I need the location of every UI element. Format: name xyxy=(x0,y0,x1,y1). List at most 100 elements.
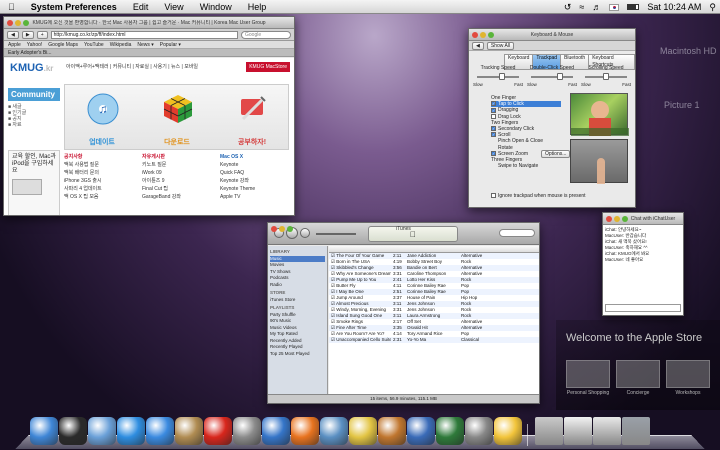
dock-spaces-icon[interactable] xyxy=(407,417,435,445)
zoom-button[interactable] xyxy=(287,226,293,232)
edu-ad[interactable]: 교육 할인, Mac과 iPod을 구입하세요 xyxy=(8,150,60,215)
macstore-badge[interactable]: KMUG MacStore xyxy=(246,62,290,72)
battery-icon[interactable] xyxy=(627,4,640,10)
news-col-title[interactable]: 자유게시판 xyxy=(142,153,216,161)
news-item[interactable]: GarageBand 강좌 xyxy=(142,193,216,201)
bookmark-item[interactable]: Wikipedia xyxy=(110,41,132,48)
minimize-button[interactable] xyxy=(614,215,620,222)
bookmark-item[interactable]: Google Maps xyxy=(48,41,78,48)
ichat-title-bar[interactable]: Chat with iChatUser xyxy=(603,213,683,225)
checkbox[interactable]: ✓ xyxy=(491,132,496,138)
dock-system-preferences-icon[interactable] xyxy=(465,417,493,445)
swipe-row[interactable]: Swipe to Navigate xyxy=(491,163,561,169)
site-logo[interactable]: KMUG.kr xyxy=(10,62,53,74)
menu-clock[interactable]: Sat 10:24 AM xyxy=(647,2,701,12)
menu-edit[interactable]: Edit xyxy=(125,0,157,14)
news-item[interactable]: 맥북 사용법 질문 xyxy=(64,161,138,169)
close-button[interactable] xyxy=(606,215,612,222)
dock-ichat-icon[interactable] xyxy=(146,417,174,445)
dock-documents-stack-icon[interactable] xyxy=(564,417,592,445)
song-list-header[interactable] xyxy=(329,246,539,253)
news-item[interactable]: 맥 OS X 팁 모음 xyxy=(64,193,138,201)
bookmark-item[interactable]: Yahoo! xyxy=(27,41,42,48)
store-tile-personal[interactable] xyxy=(566,360,610,388)
dock-garageband-icon[interactable] xyxy=(378,417,406,445)
dock-itunes-icon[interactable] xyxy=(262,417,290,445)
minimize-button[interactable] xyxy=(279,226,285,232)
tab-active[interactable]: Early Adopter's Bi... xyxy=(8,50,51,56)
spotlight-icon[interactable]: ⚲ xyxy=(709,2,716,13)
dock-finder-icon[interactable] xyxy=(30,417,58,445)
news-col-title[interactable]: Mac OS X xyxy=(220,153,294,161)
store-tile-workshops[interactable] xyxy=(666,360,710,388)
news-item[interactable]: 사파리 4 업데이트 xyxy=(64,185,138,193)
dock-downloads-stack-icon[interactable] xyxy=(593,417,621,445)
news-item[interactable]: 맥북 배터리 문의 xyxy=(64,169,138,177)
news-item[interactable]: iWork 09 xyxy=(142,169,216,177)
slider-thumb[interactable] xyxy=(603,73,609,80)
prefs-back-button[interactable]: ◀ xyxy=(472,41,484,50)
zoom-button[interactable] xyxy=(488,31,494,38)
zoom-button[interactable] xyxy=(622,215,628,222)
menu-app-name[interactable]: System Preferences xyxy=(23,0,125,14)
news-item[interactable]: Apple TV xyxy=(220,193,294,201)
bookmark-item[interactable]: Apple xyxy=(8,41,21,48)
news-item[interactable]: Keynote Theme xyxy=(220,185,294,193)
bookmark-item[interactable]: Popular ▾ xyxy=(160,41,181,48)
input-flag-icon[interactable] xyxy=(609,3,620,11)
promo-downloads[interactable]: 다운로드 xyxy=(140,89,214,149)
search-field[interactable]: Google xyxy=(241,30,291,39)
dock-preview-icon[interactable] xyxy=(233,417,261,445)
dock-applications-stack-icon[interactable] xyxy=(535,417,563,445)
apple-menu-icon[interactable]:  xyxy=(0,0,23,14)
checkbox[interactable]: ✓ xyxy=(491,107,496,113)
dock-firefox-icon[interactable] xyxy=(291,417,319,445)
source-radio[interactable]: Radio xyxy=(270,282,325,289)
minimize-button[interactable] xyxy=(480,31,486,38)
playlist-item[interactable]: Top 25 Most Played xyxy=(270,351,325,358)
source-itunes-store[interactable]: iTunes Store xyxy=(270,297,325,304)
news-item[interactable]: Keynote 강좌 xyxy=(220,177,294,185)
news-item[interactable]: 키노트 질문 xyxy=(142,161,216,169)
back-button[interactable]: ◀ xyxy=(7,30,19,39)
wifi-icon[interactable]: ≈ xyxy=(579,2,584,12)
table-row[interactable]: ☑ Unaccompanied Cello Suite No.12:31 Yo-Y… xyxy=(329,337,539,343)
show-all-button[interactable]: Show All xyxy=(486,41,515,50)
minimize-button[interactable] xyxy=(15,19,21,26)
dock-trash-icon[interactable] xyxy=(622,417,650,445)
forward-button[interactable]: ▶ xyxy=(21,30,34,39)
menu-window[interactable]: Window xyxy=(192,0,240,14)
volume-icon[interactable]: ♬ xyxy=(592,2,601,12)
news-item[interactable]: Keynote xyxy=(220,161,294,169)
scrolling-speed-slider[interactable] xyxy=(585,73,627,80)
checkbox[interactable]: ✓ xyxy=(491,151,496,156)
close-button[interactable] xyxy=(472,31,478,38)
chat-input[interactable] xyxy=(605,304,681,312)
site-nav[interactable]: 아이맥+루어+맥테러 | 커뮤니티 | 자료실 | 사용기 | 뉴스 | 모바일 xyxy=(66,63,246,70)
dock-safari-icon[interactable] xyxy=(117,417,145,445)
bookmark-item[interactable]: News ▾ xyxy=(137,41,153,48)
address-field[interactable]: http://kmug.co.kr/zp/ff/index.html xyxy=(50,30,238,39)
dock-ical-icon[interactable] xyxy=(204,417,232,445)
close-button[interactable] xyxy=(7,19,13,26)
slider-thumb[interactable] xyxy=(557,73,563,80)
tracking-speed-slider[interactable] xyxy=(477,73,519,80)
itunes-title-bar[interactable]: iTunes xyxy=(268,223,539,235)
double-click-slider[interactable] xyxy=(531,73,573,80)
news-item[interactable]: iPhone 3GS 출시 xyxy=(64,177,138,185)
store-tile-concierge[interactable] xyxy=(616,360,660,388)
zoom-button[interactable] xyxy=(23,19,29,26)
add-bookmark-button[interactable]: + xyxy=(36,30,48,39)
dock-mail-icon[interactable] xyxy=(88,417,116,445)
time-machine-icon[interactable]: ↺ xyxy=(564,2,572,13)
dock-address-book-icon[interactable] xyxy=(175,417,203,445)
ignore-trackpad-row[interactable]: Ignore trackpad when mouse is present xyxy=(491,193,586,199)
options-button[interactable]: Options... xyxy=(541,150,571,158)
news-item[interactable]: Final Cut 팁 xyxy=(142,185,216,193)
safari-title-bar[interactable]: KMUG에 오신 것을 환영합니다 · 한국 Mac 사용자 그룹 | 쉽고 즐… xyxy=(4,17,294,29)
close-button[interactable] xyxy=(271,226,277,232)
menu-view[interactable]: View xyxy=(156,0,191,14)
dock-adium-icon[interactable] xyxy=(494,417,522,445)
menu-help[interactable]: Help xyxy=(240,0,275,14)
bookmark-item[interactable]: YouTube xyxy=(84,41,104,48)
